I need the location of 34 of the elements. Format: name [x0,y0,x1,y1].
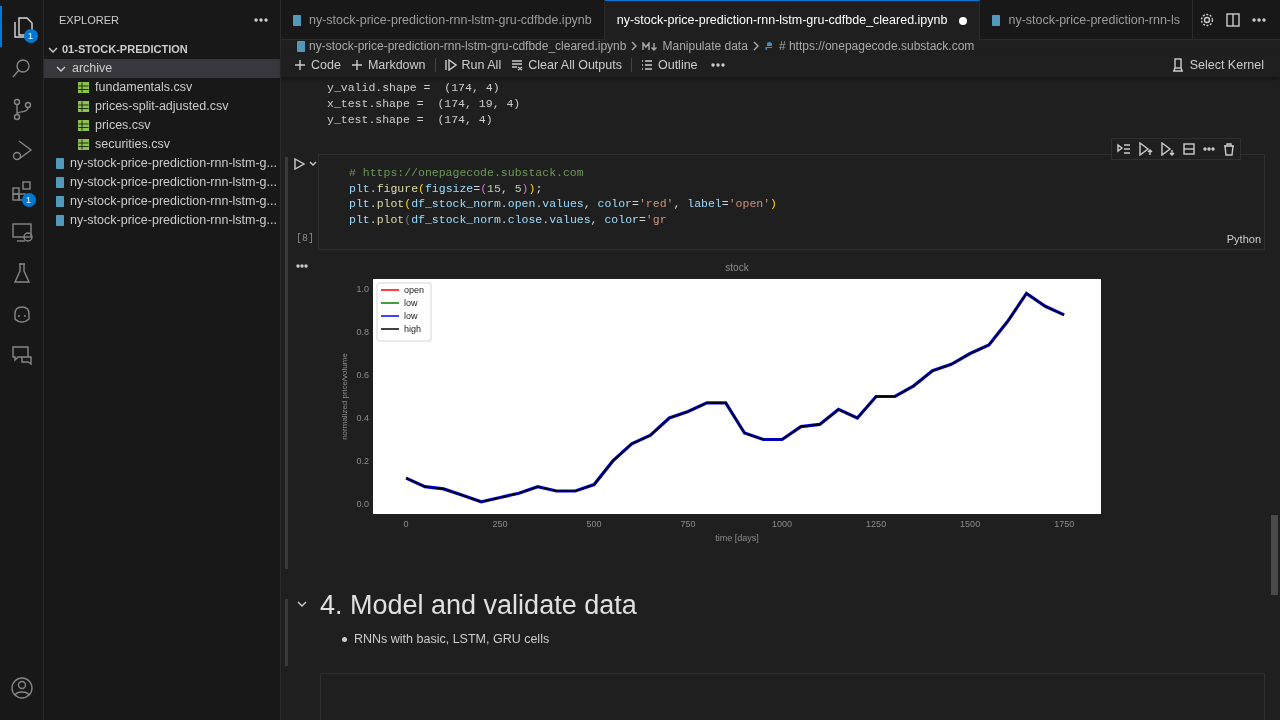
tick-label: 0.6 [356,370,369,380]
tick-label: 1000 [772,519,793,529]
tick-label: 1500 [960,519,981,529]
tick-label: 1.0 [356,284,369,295]
legend-label: open [404,285,425,295]
legend-label: high [404,324,421,334]
tick-label: 1750 [1054,519,1075,529]
legend-label: low [404,311,418,321]
bullet-text: RNNs with basic, LSTM, GRU cells [354,631,550,648]
output-text: x_test.shape = (174, 19, 4) [327,96,522,112]
code-line: plt.plot(df_stock_norm.open.values, color='red', label='open') [349,196,778,213]
tick-label: 250 [492,519,508,529]
execution-count: [8] [296,232,314,246]
tick-label: 0 [403,519,409,529]
tick-label: 0.4 [356,413,369,423]
tick-label: 0.8 [356,327,369,338]
tick-label: 0.2 [356,455,369,466]
output-text: y_test.shape = (174, 4) [327,112,494,128]
axis-title: time [days] [715,533,759,543]
notification-badge: 1 [23,29,38,43]
legend-label: low [404,298,418,308]
chart-title: stock [725,262,749,273]
tick-label: 1250 [866,519,887,529]
notification-badge: 1 [21,193,36,207]
code-line: plt.figure(figsize=(15, 5)); [349,180,544,197]
section-heading: 4. Model and validate data [320,589,638,622]
code-line: plt.plot(df_stock_norm.close.values, color='gr [349,212,668,228]
tick-label: 0.0 [356,498,369,509]
axis-title: normalized price/volume [340,353,349,440]
sidebar-title: EXPLORER [59,12,119,28]
code-line: # https://onepagecode.substack.com [349,165,585,181]
output-text: y_valid.shape = (174, 4) [327,80,501,96]
tick-label: 750 [680,519,696,529]
tick-label: 500 [586,519,602,529]
